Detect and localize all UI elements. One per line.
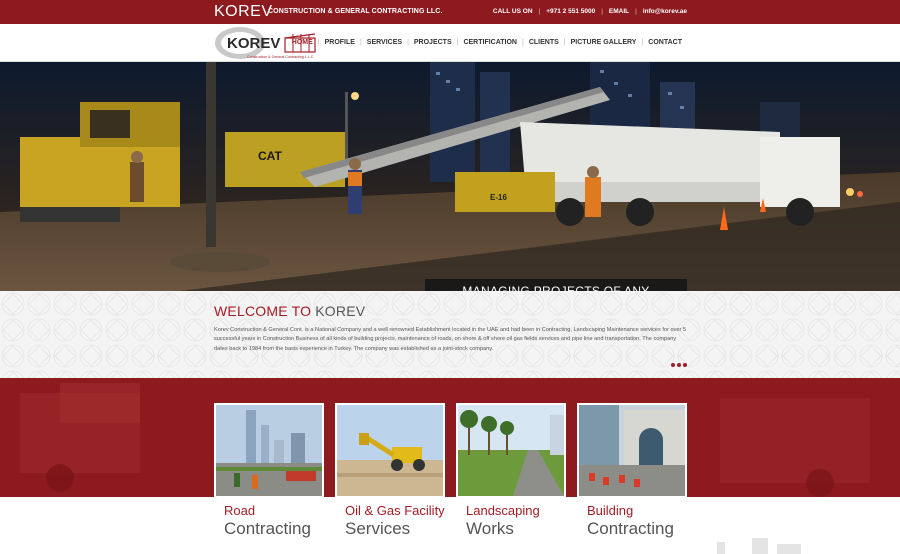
phone-link[interactable]: +971 2 551 5000 (546, 8, 595, 15)
service-subtitle-oil-gas: Services (345, 519, 411, 538)
nav-contact[interactable]: CONTACT (643, 39, 687, 46)
site-header: KOREV Construction & General Contracting… (0, 24, 900, 62)
service-title-landscaping: Landscaping (466, 503, 540, 518)
svg-text:E-16: E-16 (490, 193, 507, 202)
dot (683, 363, 687, 367)
top-bar: KOREV CONSTRUCTION & GENERAL CONTRACTING… (0, 0, 900, 24)
welcome-title: WELCOME TO KOREV (214, 303, 365, 319)
hero-image: CAT E-16 (0, 62, 900, 291)
road-contracting-image (216, 405, 322, 496)
nav-clients[interactable]: CLIENTS (524, 39, 564, 46)
service-title-oil-gas: Oil & Gas Facility (345, 503, 445, 518)
faded-building-icon (717, 538, 801, 554)
services-background (0, 378, 900, 498)
dot (671, 363, 675, 367)
nav-services[interactable]: SERVICES (362, 39, 407, 46)
nav-projects[interactable]: PROJECTS (409, 39, 457, 46)
nav-certification[interactable]: CERTIFICATION (458, 39, 522, 46)
svg-text:CAT: CAT (258, 149, 282, 163)
services-section: Road Contracting Oil & Gas Facility Serv… (0, 378, 900, 554)
svg-text:KOREV: KOREV (227, 35, 280, 52)
hero-caption: MANAGING PROJECTS OF ANY COMPLEXITY (425, 279, 687, 291)
nav-home[interactable]: HOME (287, 39, 318, 46)
more-dots[interactable] (671, 363, 687, 367)
nav-picture-gallery[interactable]: PICTURE GALLERY (566, 39, 642, 46)
welcome-title-highlight: KOREV (315, 303, 366, 319)
service-title-road: Road (224, 503, 256, 518)
service-card-oil-gas[interactable] (335, 403, 445, 498)
email-label: EMAIL (608, 8, 630, 15)
service-card-landscaping[interactable] (456, 403, 566, 498)
landscaping-works-image (458, 405, 564, 496)
building-contracting-image (579, 405, 685, 496)
brand-name: KOREV (214, 3, 273, 20)
call-label: CALL US ON (492, 8, 533, 15)
dot (677, 363, 681, 367)
welcome-section: WELCOME TO KOREV Korev Construction & Ge… (0, 291, 900, 378)
service-card-road[interactable] (214, 403, 324, 498)
welcome-body: Korev Construction & General Cont. is a … (214, 327, 687, 352)
svg-text:Construction & General Contrac: Construction & General Contracting L.L.C… (247, 55, 314, 59)
service-subtitle-landscaping: Works (466, 519, 514, 538)
service-subtitle-building: Contracting (587, 519, 674, 538)
hero-slider[interactable]: CAT E-16 MANAGING PROJECTS OF ANY COMPLE… (0, 62, 900, 291)
service-title-building: Building (587, 503, 634, 518)
contact-info: CALL US ON | +971 2 551 5000 | EMAIL | i… (492, 8, 687, 15)
nav-profile[interactable]: PROFILE (320, 39, 360, 46)
service-subtitle-road: Contracting (224, 519, 311, 538)
service-card-building[interactable] (577, 403, 687, 498)
email-link[interactable]: info@korev.ae (643, 8, 687, 15)
welcome-title-main: WELCOME TO (214, 303, 316, 319)
company-tagline: CONSTRUCTION & GENERAL CONTRACTING LLC. (268, 8, 443, 15)
oil-gas-services-image (337, 405, 443, 496)
main-nav: HOME | PROFILE | SERVICES | PROJECTS | C… (287, 39, 687, 46)
